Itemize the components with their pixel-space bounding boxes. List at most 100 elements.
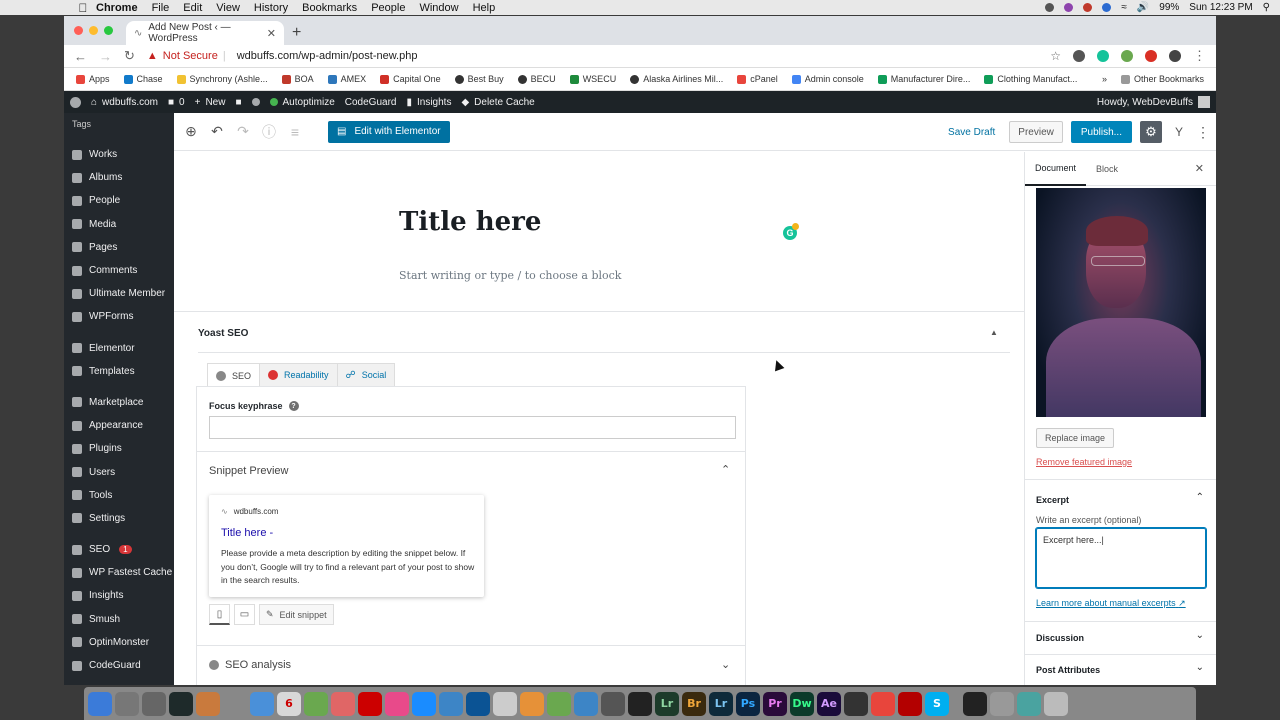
remove-featured-image-link[interactable]: Remove featured image xyxy=(1036,457,1132,467)
post-title[interactable]: Title here xyxy=(399,207,541,237)
preview-button[interactable]: Preview xyxy=(1009,121,1063,143)
sidebar-item-pages[interactable]: Pages xyxy=(64,236,174,259)
trash-icon[interactable] xyxy=(1044,691,1068,716)
tray-icon[interactable] xyxy=(1102,3,1112,12)
notes-icon[interactable] xyxy=(493,691,517,716)
info-icon[interactable]: ⓘ xyxy=(262,122,276,142)
preview-icon[interactable] xyxy=(142,691,166,716)
sidebar-item-smush[interactable]: Smush xyxy=(64,608,174,631)
delete-cache-link[interactable]: ◆ Delete Cache xyxy=(461,97,534,108)
skype-icon[interactable]: S xyxy=(925,691,949,716)
epic-games-icon[interactable] xyxy=(963,691,987,716)
tray-icon[interactable] xyxy=(1083,3,1093,12)
sidebar-item-insights[interactable]: Insights xyxy=(64,584,174,607)
seo-analysis-header[interactable]: SEO analysis xyxy=(209,659,291,671)
sidebar-item-comments[interactable]: Comments xyxy=(64,259,174,282)
bridge-icon[interactable]: Br xyxy=(682,691,706,716)
bookmark-item[interactable]: Chase xyxy=(123,74,163,84)
comments-link[interactable]: ■ 0 xyxy=(168,97,185,108)
app-store-icon[interactable] xyxy=(412,691,436,716)
sidebar-item-albums[interactable]: Albums xyxy=(64,166,174,189)
dreamweaver-icon[interactable]: Dw xyxy=(790,691,814,716)
tab-block[interactable]: Block xyxy=(1086,152,1128,186)
filezilla-icon[interactable] xyxy=(898,691,922,716)
bookmark-item[interactable]: Clothing Manufact... xyxy=(984,74,1077,84)
photoshop-icon[interactable]: Ps xyxy=(736,691,760,716)
insights-link[interactable]: ▮ Insights xyxy=(406,97,451,108)
status-dot-icon[interactable] xyxy=(251,98,260,106)
menu-view[interactable]: View xyxy=(216,2,240,14)
finder-icon[interactable] xyxy=(88,691,112,716)
yoast-icon[interactable]: Y xyxy=(1170,125,1188,139)
photos-icon[interactable] xyxy=(331,691,355,716)
block-placeholder[interactable]: Start writing or type / to choose a bloc… xyxy=(399,269,621,282)
mail-icon[interactable] xyxy=(250,691,274,716)
collapse-caret-icon[interactable]: ▲ xyxy=(990,328,998,337)
bookmark-item[interactable]: cPanel xyxy=(737,74,778,84)
bookmark-item[interactable]: WSECU xyxy=(569,74,616,84)
browser-menu-icon[interactable]: ⋮ xyxy=(1193,48,1206,64)
publish-button[interactable]: Publish... xyxy=(1070,121,1132,143)
autoptimize-link[interactable]: Autoptimize xyxy=(269,97,335,108)
yoast-admin-icon[interactable]: ■ xyxy=(235,97,241,108)
bookmark-item[interactable]: BOA xyxy=(281,74,314,84)
maps-icon[interactable] xyxy=(304,691,328,716)
menu-window[interactable]: Window xyxy=(419,2,458,14)
keynote-icon[interactable] xyxy=(574,691,598,716)
pages-app-icon[interactable] xyxy=(520,691,544,716)
bookmark-item[interactable]: Apps xyxy=(76,74,110,84)
wifi-icon[interactable]: ≈ xyxy=(1121,2,1127,13)
menu-file[interactable]: File xyxy=(152,2,170,14)
apple-icon[interactable]:  xyxy=(70,1,96,15)
tab-seo[interactable]: SEO xyxy=(207,363,261,387)
redo-icon[interactable]: ↷ xyxy=(236,123,250,140)
menu-bookmarks[interactable]: Bookmarks xyxy=(302,2,357,14)
focus-keyphrase-input[interactable] xyxy=(209,416,736,439)
snippet-title[interactable]: Title here - xyxy=(221,527,273,539)
numbers-icon[interactable] xyxy=(547,691,571,716)
chrome-icon[interactable] xyxy=(871,691,895,716)
chevron-up-icon[interactable]: ⌃ xyxy=(1196,492,1204,503)
excerpt-textarea[interactable]: Excerpt here...| xyxy=(1036,528,1206,588)
app-icon[interactable] xyxy=(1017,691,1041,716)
star-icon[interactable]: ☆ xyxy=(1050,49,1061,63)
chevron-down-icon[interactable]: ⌄ xyxy=(721,658,730,671)
add-block-icon[interactable]: ⊕ xyxy=(184,123,198,140)
new-content-link[interactable]: + New xyxy=(195,97,226,108)
replace-image-button[interactable]: Replace image xyxy=(1036,428,1115,448)
outline-icon[interactable]: ≡ xyxy=(288,124,302,140)
bookmark-item[interactable]: Synchrony (Ashle... xyxy=(176,74,268,84)
xcode-icon[interactable] xyxy=(601,691,625,716)
new-tab-button[interactable]: + xyxy=(292,24,301,42)
system-preferences-icon[interactable] xyxy=(115,691,139,716)
sidebar-item-media[interactable]: Media xyxy=(64,213,174,236)
undo-icon[interactable]: ↶ xyxy=(210,123,224,140)
extension-icon[interactable] xyxy=(1121,50,1133,62)
settings-gear-icon[interactable]: ⚙ xyxy=(1140,121,1162,143)
sidebar-item-works[interactable]: Works xyxy=(64,143,174,166)
lightroom-icon[interactable]: Lr xyxy=(655,691,679,716)
tray-icon[interactable] xyxy=(1045,3,1055,12)
sidebar-item-templates[interactable]: Templates xyxy=(64,360,174,383)
sidebar-item-tags[interactable]: Tags xyxy=(64,113,174,135)
final-cut-icon[interactable] xyxy=(844,691,868,716)
messages-icon[interactable] xyxy=(439,691,463,716)
sidebar-item-people[interactable]: People xyxy=(64,189,174,212)
sidebar-item-tools[interactable]: Tools xyxy=(64,484,174,507)
tab-document[interactable]: Document xyxy=(1025,152,1087,186)
more-options-icon[interactable]: ⋮ xyxy=(1196,124,1210,141)
menu-people[interactable]: People xyxy=(371,2,405,14)
other-bookmarks[interactable]: Other Bookmarks xyxy=(1120,74,1204,84)
forward-icon[interactable]: → xyxy=(99,49,112,64)
featured-image[interactable] xyxy=(1036,188,1206,417)
profile-avatar[interactable] xyxy=(1169,50,1181,62)
news-icon[interactable] xyxy=(358,691,382,716)
close-window-button[interactable] xyxy=(74,26,83,35)
menu-edit[interactable]: Edit xyxy=(183,2,202,14)
bookmark-item[interactable]: Capital One xyxy=(380,74,441,84)
lightroom-classic-icon[interactable]: Lr xyxy=(709,691,733,716)
book-icon[interactable] xyxy=(196,691,220,716)
grammarly-extension-icon[interactable] xyxy=(1097,50,1109,62)
bookmark-item[interactable]: Best Buy xyxy=(454,74,504,84)
wp-logo-icon[interactable] xyxy=(70,96,81,108)
